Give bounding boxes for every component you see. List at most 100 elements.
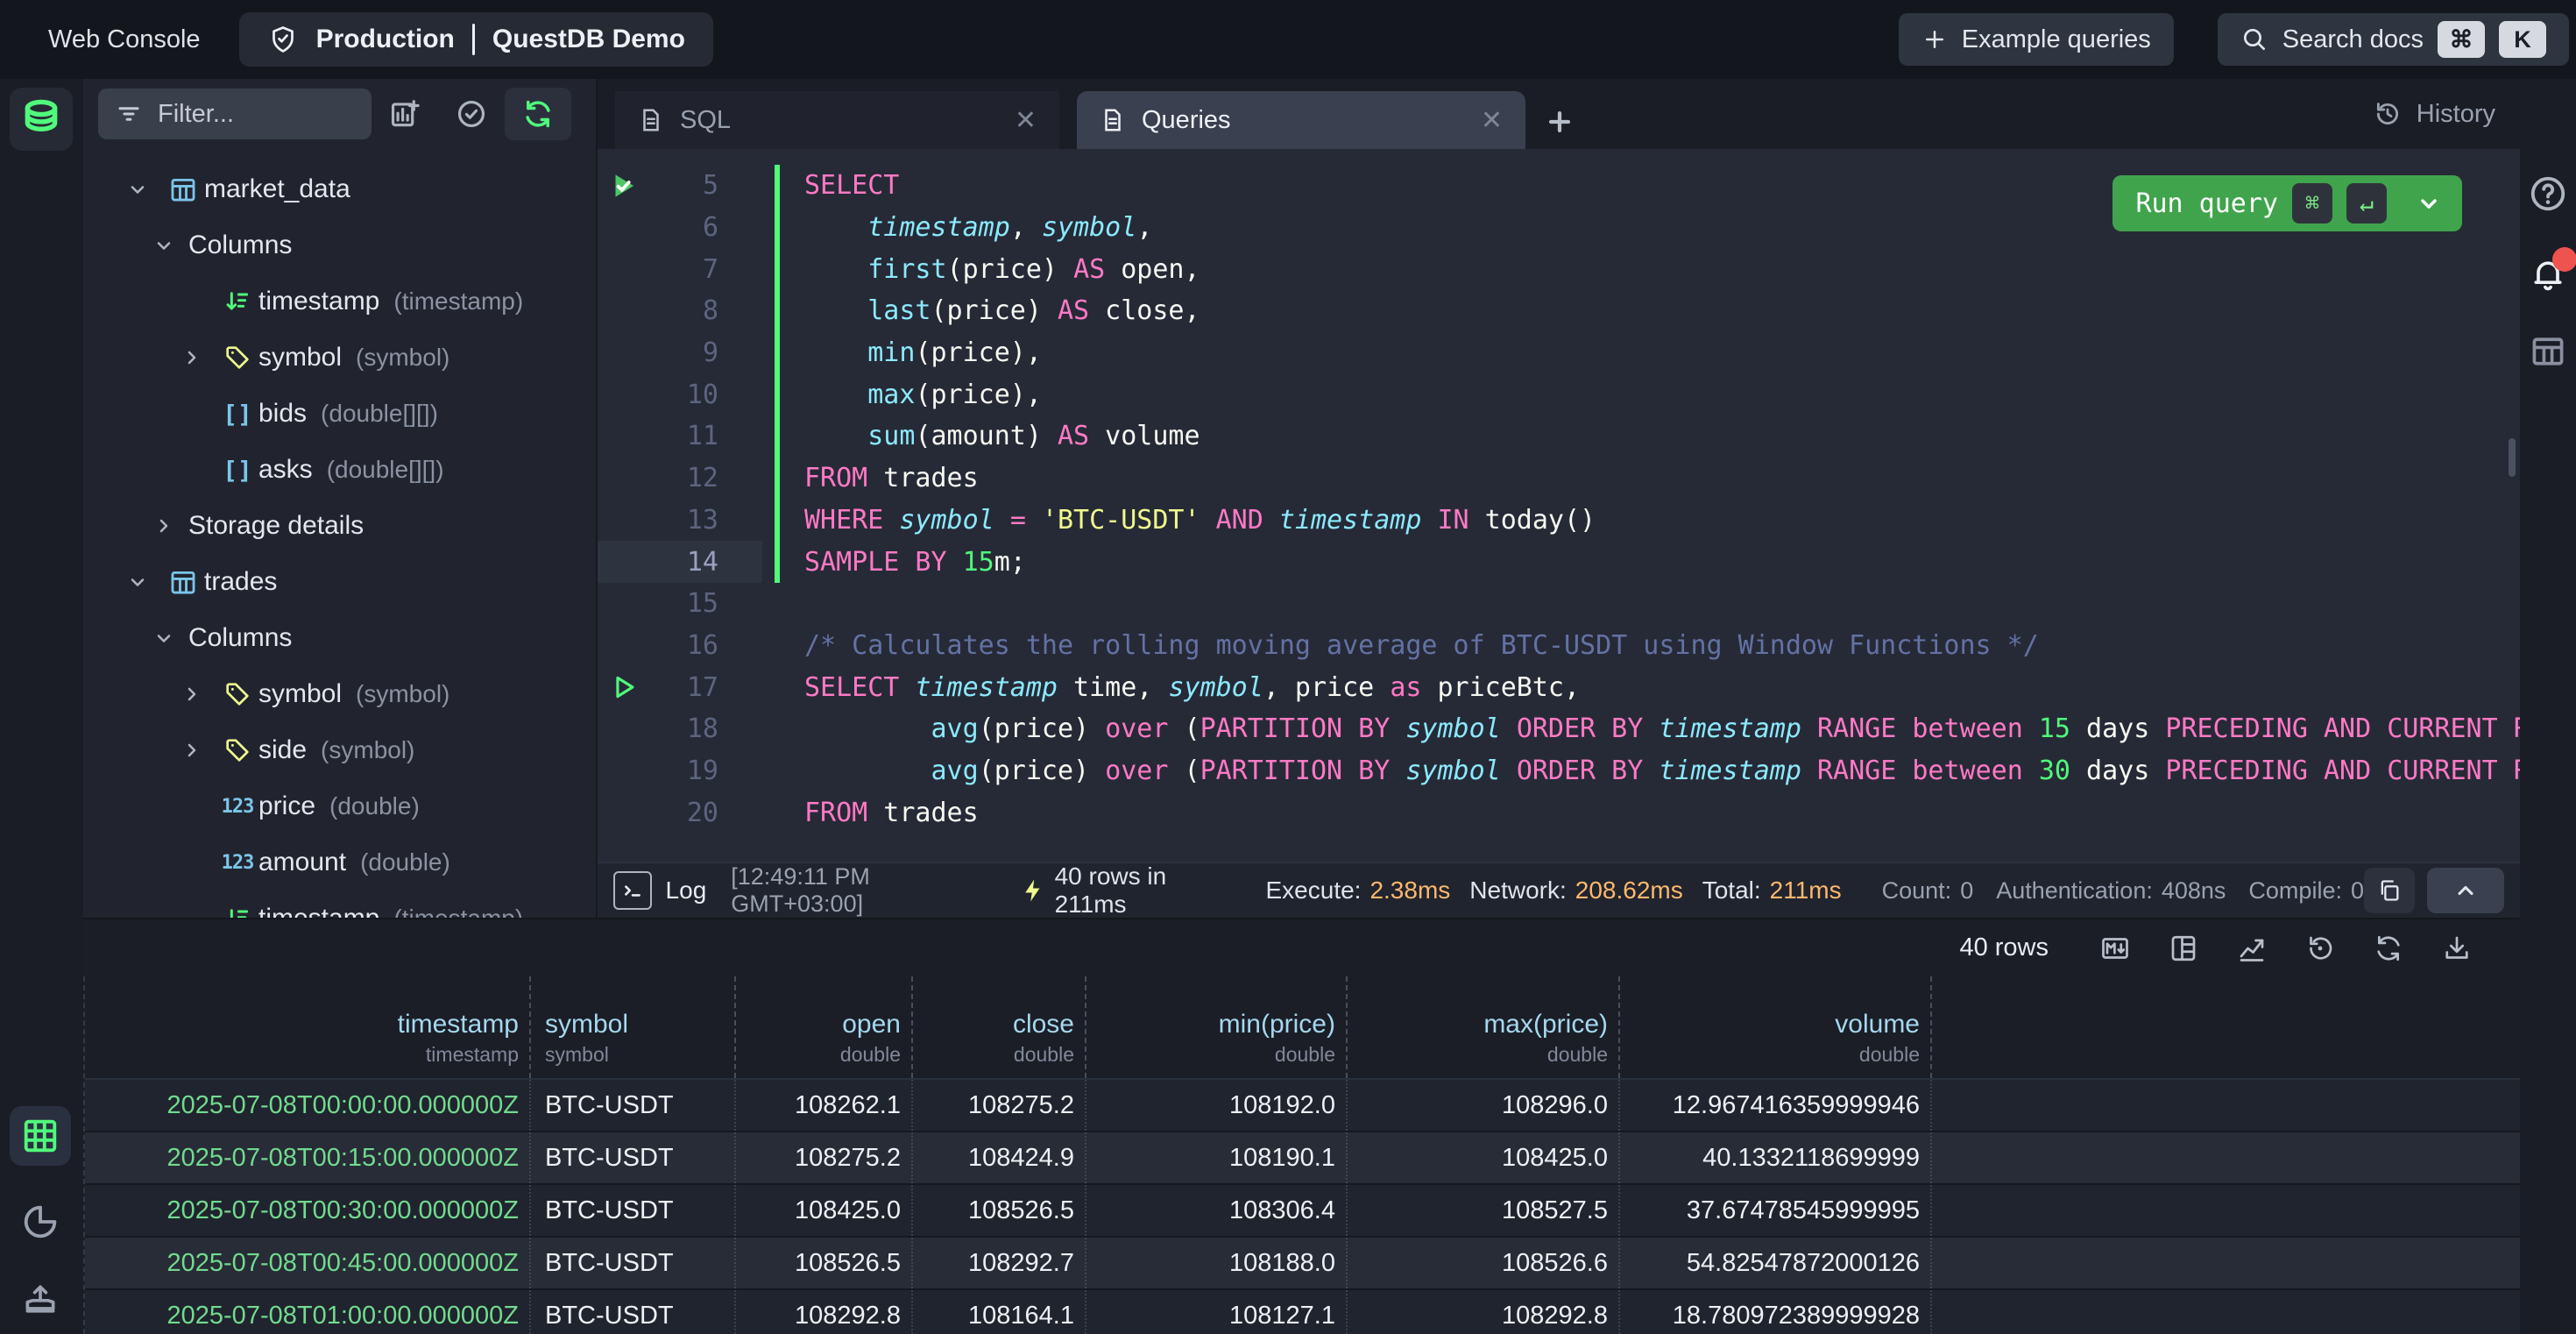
run-query-button[interactable]: Run query ⌘ ↵ (2112, 175, 2462, 231)
markdown-export-icon[interactable] (2099, 933, 2131, 964)
refresh-result-icon[interactable] (2373, 933, 2404, 964)
sql-editor[interactable]: Run query ⌘ ↵ 5SELECT6 timestamp, symbol… (598, 149, 2520, 862)
tree-item-symbol[interactable]: symbol(symbol) (83, 330, 596, 386)
cell-max-price-[interactable]: 108527.5 (1348, 1185, 1620, 1236)
code-line-19[interactable]: 19 avg(price) over (PARTITION BY symbol … (598, 750, 2520, 792)
cell-close[interactable]: 108424.9 (913, 1132, 1086, 1183)
cell-open[interactable]: 108275.2 (736, 1132, 913, 1183)
chevron-down-icon[interactable] (127, 179, 162, 200)
cell-symbol[interactable]: BTC-USDT (531, 1132, 736, 1183)
cell-symbol[interactable]: BTC-USDT (531, 1080, 736, 1131)
restore-result-icon[interactable] (2304, 933, 2336, 964)
cell-max-price-[interactable]: 108296.0 (1348, 1080, 1620, 1131)
tree-item-columns[interactable]: Columns (83, 217, 596, 273)
questdb-logo[interactable] (10, 88, 73, 151)
history-button[interactable]: History (2373, 79, 2495, 149)
code-line-8[interactable]: 8 last(price) AS close, (598, 290, 2520, 332)
tree-item-timestamp[interactable]: timestamp(timestamp) (83, 891, 596, 918)
table-row[interactable]: 2025-07-08T00:45:00.000000ZBTC-USDT10852… (85, 1238, 2520, 1290)
cell-max-price-[interactable]: 108292.8 (1348, 1290, 1620, 1334)
column-header-open[interactable]: opendouble (736, 976, 913, 1078)
tab-sql[interactable]: SQL ✕ (615, 91, 1059, 149)
tree-item-bids[interactable]: []bids(double[][]) (83, 386, 596, 442)
cell-close[interactable]: 108275.2 (913, 1080, 1086, 1131)
search-docs-button[interactable]: Search docs ⌘ K (2218, 13, 2569, 66)
import-button[interactable] (10, 1269, 71, 1329)
table-row[interactable]: 2025-07-08T00:30:00.000000ZBTC-USDT10842… (85, 1185, 2520, 1238)
tree-item-amount[interactable]: 123amount(double) (83, 834, 596, 891)
tree-item-timestamp[interactable]: timestamp(timestamp) (83, 273, 596, 330)
toggle-results-panel-button[interactable] (2528, 331, 2568, 372)
cell-timestamp[interactable]: 2025-07-08T00:45:00.000000Z (85, 1238, 531, 1288)
help-button[interactable] (2528, 174, 2568, 214)
code-line-17[interactable]: 17SELECT timestamp time, symbol, price a… (598, 666, 2520, 708)
column-header-max-price-[interactable]: max(price)double (1348, 976, 1620, 1078)
tree-item-symbol[interactable]: symbol(symbol) (83, 666, 596, 722)
cell-volume[interactable]: 37.67478545999995 (1620, 1185, 1932, 1236)
chevron-down-icon[interactable] (2417, 191, 2441, 216)
code-line-20[interactable]: 20FROM trades (598, 791, 2520, 834)
collapse-log-button[interactable] (2427, 868, 2504, 913)
cell-volume[interactable]: 18.780972389999928 (1620, 1290, 1932, 1334)
tree-item-market-data[interactable]: market_data (83, 161, 596, 217)
table-row[interactable]: 2025-07-08T00:15:00.000000ZBTC-USDT10827… (85, 1132, 2520, 1185)
instance-pill[interactable]: Production QuestDB Demo (239, 12, 713, 67)
results-grid[interactable]: timestamptimestampsymbolsymbolopendouble… (83, 976, 2520, 1334)
table-row[interactable]: 2025-07-08T00:00:00.000000ZBTC-USDT10826… (85, 1080, 2520, 1132)
query-success-icon[interactable] (598, 169, 650, 202)
tree-item-trades[interactable]: trades (83, 554, 596, 610)
cell-open[interactable]: 108526.5 (736, 1238, 913, 1288)
chevron-right-icon[interactable] (181, 740, 216, 761)
code-line-12[interactable]: 12FROM trades (598, 458, 2520, 500)
cell-min-price-[interactable]: 108306.4 (1086, 1185, 1348, 1236)
cell-timestamp[interactable]: 2025-07-08T00:15:00.000000Z (85, 1132, 531, 1183)
cell-timestamp[interactable]: 2025-07-08T01:00:00.000000Z (85, 1290, 531, 1334)
cell-max-price-[interactable]: 108425.0 (1348, 1132, 1620, 1183)
cell-symbol[interactable]: BTC-USDT (531, 1185, 736, 1236)
cell-close[interactable]: 108292.7 (913, 1238, 1086, 1288)
tree-item-price[interactable]: 123price(double) (83, 778, 596, 834)
code-line-14[interactable]: 14SAMPLE BY 15m; (598, 541, 2520, 583)
column-header-close[interactable]: closedouble (913, 976, 1086, 1078)
tree-item-side[interactable]: side(symbol) (83, 722, 596, 778)
chevron-right-icon[interactable] (181, 347, 216, 368)
cell-min-price-[interactable]: 108127.1 (1086, 1290, 1348, 1334)
chart-view-button[interactable] (10, 1192, 71, 1252)
grid-view-button[interactable] (10, 1106, 71, 1166)
cell-min-price-[interactable]: 108188.0 (1086, 1238, 1348, 1288)
tab-close-icon[interactable]: ✕ (1481, 105, 1503, 136)
editor-scrollbar[interactable] (2509, 438, 2516, 477)
code-line-15[interactable]: 15 (598, 583, 2520, 625)
cell-volume[interactable]: 12.967416359999946 (1620, 1080, 1932, 1131)
cell-timestamp[interactable]: 2025-07-08T00:00:00.000000Z (85, 1080, 531, 1131)
run-line-icon[interactable] (598, 672, 650, 702)
schema-filter-input[interactable] (156, 99, 291, 130)
cell-close[interactable]: 108526.5 (913, 1185, 1086, 1236)
tree-item-asks[interactable]: []asks(double[][]) (83, 442, 596, 498)
refresh-schema-button[interactable] (505, 88, 571, 140)
suspended-filter-button[interactable] (438, 88, 505, 140)
chevron-right-icon[interactable] (181, 684, 216, 705)
tab-close-icon[interactable]: ✕ (1015, 105, 1037, 136)
cell-close[interactable]: 108164.1 (913, 1290, 1086, 1334)
column-header-symbol[interactable]: symbolsymbol (531, 976, 736, 1078)
chevron-down-icon[interactable] (127, 571, 162, 592)
cell-max-price-[interactable]: 108526.6 (1348, 1238, 1620, 1288)
code-line-11[interactable]: 11 sum(amount) AS volume (598, 415, 2520, 458)
add-metrics-button[interactable] (372, 88, 438, 140)
code-line-18[interactable]: 18 avg(price) over (PARTITION BY symbol … (598, 708, 2520, 750)
chevron-right-icon[interactable] (153, 515, 188, 536)
cell-volume[interactable]: 40.1332118699999 (1620, 1132, 1932, 1183)
code-line-16[interactable]: 16/* Calculates the rolling moving avera… (598, 625, 2520, 667)
cell-open[interactable]: 108292.8 (736, 1290, 913, 1334)
column-header-volume[interactable]: volumedouble (1620, 976, 1932, 1078)
copy-log-button[interactable] (2364, 868, 2415, 913)
notifications-button[interactable] (2528, 254, 2568, 294)
example-queries-button[interactable]: Example queries (1899, 13, 2174, 66)
cell-open[interactable]: 108425.0 (736, 1185, 913, 1236)
cell-min-price-[interactable]: 108192.0 (1086, 1080, 1348, 1131)
table-row[interactable]: 2025-07-08T01:00:00.000000ZBTC-USDT10829… (85, 1290, 2520, 1334)
cell-symbol[interactable]: BTC-USDT (531, 1238, 736, 1288)
tree-item-storage-details[interactable]: Storage details (83, 498, 596, 554)
code-line-10[interactable]: 10 max(price), (598, 373, 2520, 415)
